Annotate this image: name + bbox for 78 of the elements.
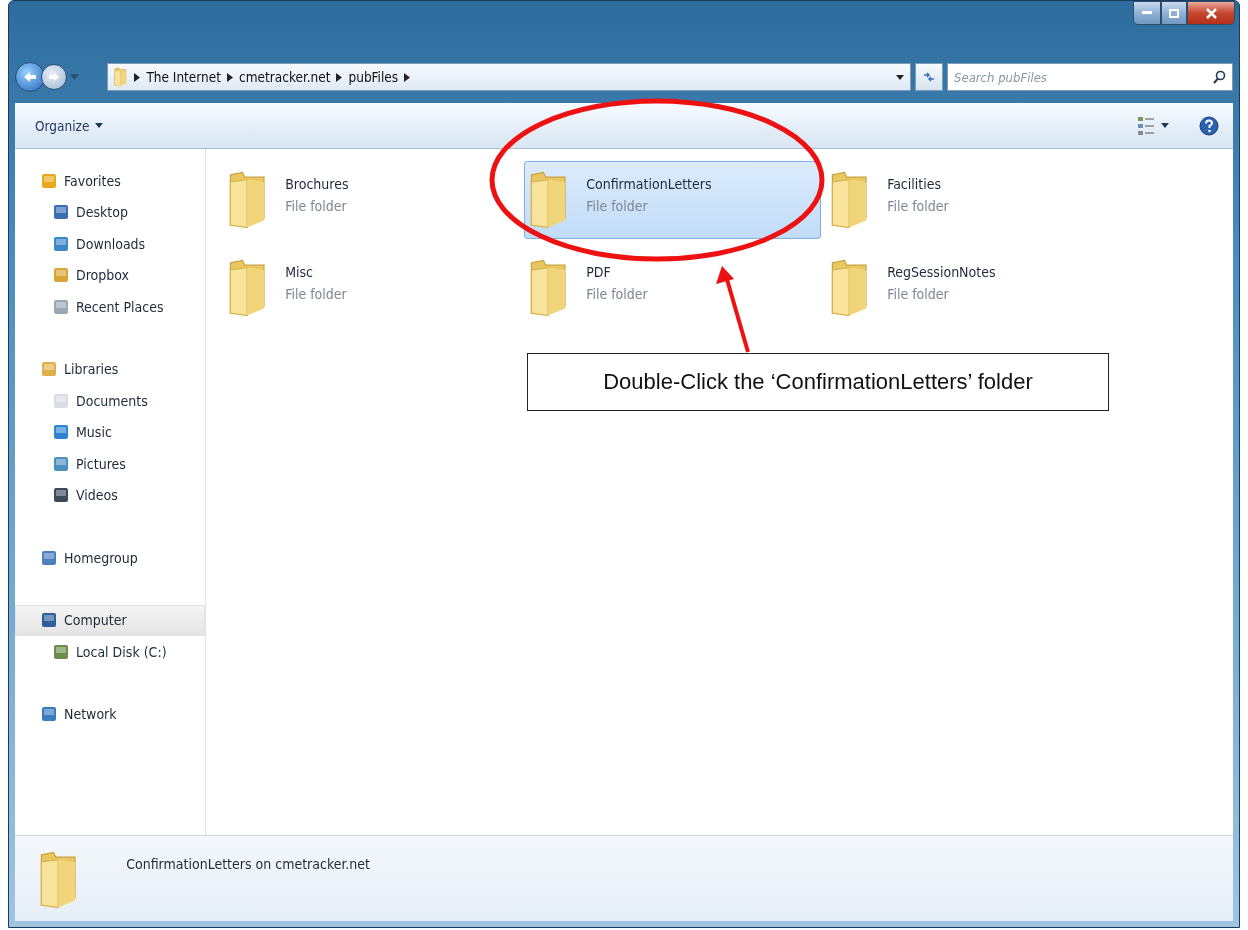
breadcrumb[interactable]: cmetracker.net — [239, 69, 331, 85]
folder-type: File folder — [586, 198, 649, 214]
minimize-button[interactable] — [1133, 1, 1161, 25]
folder-type: File folder — [887, 286, 950, 302]
folder-name: Facilities — [887, 176, 943, 192]
organize-button[interactable]: Organize — [29, 113, 110, 138]
nav-item[interactable]: Pictures — [15, 448, 205, 480]
folder-name: Misc — [285, 264, 315, 280]
nav-icon — [40, 548, 58, 567]
refresh-button[interactable] — [915, 63, 943, 91]
search-icon — [1213, 70, 1226, 84]
folder-item[interactable]: RegSessionNotes File folder — [825, 249, 1122, 327]
breadcrumb[interactable]: The Internet — [146, 69, 222, 85]
nav-item[interactable]: Homegroup — [15, 542, 205, 574]
nav-icon — [52, 454, 70, 473]
nav-item[interactable]: Documents — [15, 385, 205, 417]
folder-type: File folder — [285, 198, 348, 214]
nav-item[interactable]: Videos — [15, 479, 205, 511]
nav-icon — [52, 423, 70, 442]
details-text: ConfirmationLetters on cmetracker.net — [126, 856, 371, 872]
breadcrumb[interactable]: pubFiles — [348, 69, 399, 85]
folder-item[interactable]: ConfirmationLetters File folder — [524, 161, 821, 239]
nav-item[interactable]: Downloads — [15, 228, 205, 260]
folder-type: File folder — [887, 198, 949, 214]
maximize-icon — [1169, 8, 1179, 18]
folder-type: File folder — [586, 286, 648, 302]
folder-name: PDF — [586, 264, 612, 280]
forward-arrow-icon — [48, 72, 60, 82]
close-icon — [1205, 7, 1217, 19]
nav-icon — [52, 391, 70, 410]
nav-item[interactable]: Computer — [15, 604, 205, 636]
nav-item[interactable]: Recent Places — [15, 291, 205, 323]
dropdown-icon[interactable] — [896, 74, 904, 80]
folder-icon — [114, 67, 129, 87]
nav-item[interactable]: Favorites — [15, 165, 205, 197]
folder-item[interactable]: Misc File folder — [223, 249, 520, 327]
folder-name: ConfirmationLetters — [586, 176, 712, 192]
nav-item[interactable]: Dropbox — [15, 259, 205, 291]
nav-icon — [52, 642, 70, 661]
chevron-icon[interactable] — [336, 72, 343, 82]
view-list-icon — [1137, 115, 1155, 136]
caret-icon — [95, 123, 104, 128]
close-button[interactable] — [1187, 1, 1235, 25]
nav-item[interactable]: Desktop — [15, 196, 205, 228]
nav-icon — [40, 171, 58, 190]
folder-item[interactable]: Brochures File folder — [223, 161, 520, 239]
nav-icon — [52, 234, 70, 253]
chevron-icon[interactable] — [134, 72, 141, 82]
chevron-icon[interactable] — [227, 72, 234, 82]
folder-name: Brochures — [285, 176, 349, 192]
forward-button[interactable] — [41, 64, 67, 90]
nav-item[interactable]: Music — [15, 416, 205, 448]
folder-type: File folder — [285, 286, 347, 302]
nav-icon — [52, 297, 70, 316]
folder-item[interactable]: Facilities File folder — [825, 161, 1122, 239]
nav-icon — [52, 486, 70, 505]
search-field[interactable]: Search pubFiles — [947, 63, 1233, 91]
nav-item[interactable]: Local Disk (C:) — [15, 636, 205, 668]
chevron-icon[interactable] — [404, 72, 411, 82]
caret-icon — [1161, 123, 1169, 128]
refresh-icon — [922, 71, 936, 83]
nav-icon — [40, 360, 58, 379]
back-button[interactable] — [15, 62, 45, 92]
nav-icon — [40, 611, 58, 630]
nav-item[interactable]: Libraries — [15, 353, 205, 385]
help-icon — [1199, 115, 1219, 136]
folder-item[interactable]: PDF File folder — [524, 249, 821, 327]
maximize-button[interactable] — [1161, 1, 1187, 25]
nav-icon — [40, 705, 58, 724]
nav-icon — [52, 203, 70, 222]
nav-item[interactable]: Network — [15, 698, 205, 730]
help-button[interactable] — [1197, 113, 1221, 138]
callout-text: Double-Click the ‘ConfirmationLetters’ folder — [527, 353, 1109, 411]
address-bar[interactable]: The Internet cmetracker.net pubFiles — [107, 63, 911, 91]
minimize-icon — [1142, 11, 1152, 15]
nav-icon — [52, 266, 70, 285]
back-arrow-icon — [23, 71, 37, 83]
folder-name: RegSessionNotes — [887, 264, 996, 280]
